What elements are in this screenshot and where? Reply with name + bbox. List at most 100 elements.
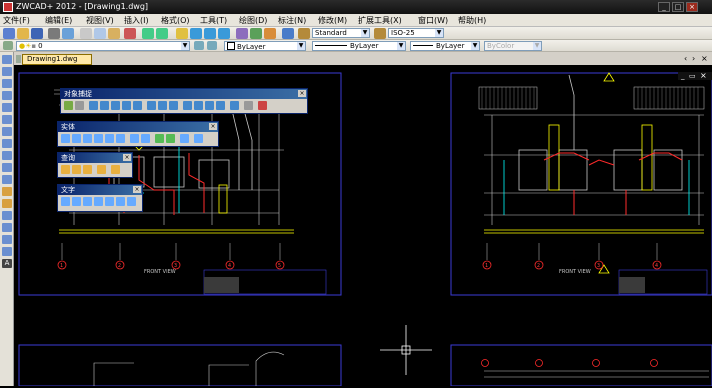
- circle-icon[interactable]: [2, 127, 12, 136]
- mass-properties-icon[interactable]: [83, 165, 92, 174]
- osnap-palette-title[interactable]: 对象捕捉: [61, 89, 307, 99]
- snap-none-icon[interactable]: [244, 101, 253, 110]
- design-center-icon[interactable]: [250, 28, 262, 39]
- ellipse-icon[interactable]: [2, 163, 12, 172]
- make-block-icon[interactable]: [2, 199, 12, 208]
- close-button[interactable]: ×: [686, 2, 698, 12]
- menu-view[interactable]: 视图(V): [86, 15, 114, 26]
- dim-style-select[interactable]: ISO-25 ▼: [388, 28, 444, 38]
- zoom-realtime-icon[interactable]: [190, 28, 202, 39]
- make-layer-current-icon[interactable]: [194, 41, 204, 50]
- match-properties-icon[interactable]: [124, 28, 136, 39]
- menu-edit[interactable]: 编辑(E): [45, 15, 72, 26]
- locate-point-icon[interactable]: [111, 165, 120, 174]
- ellipse-arc-icon[interactable]: [2, 175, 12, 184]
- app-icon[interactable]: [3, 2, 13, 12]
- polyline-icon[interactable]: [2, 79, 12, 88]
- scale-text-icon[interactable]: [116, 197, 125, 206]
- snap-midpoint-icon[interactable]: [100, 101, 109, 110]
- zoom-window-icon[interactable]: [204, 28, 216, 39]
- snap-endpoint-icon[interactable]: [89, 101, 98, 110]
- sphere-icon[interactable]: [72, 134, 81, 143]
- line-icon[interactable]: [2, 55, 12, 64]
- setup-drawing-icon[interactable]: [194, 134, 203, 143]
- drawing-canvas[interactable]: 1 2 3 4 5 FRONT VIEW 1 2 3 4 FRONT VIEW …: [14, 65, 712, 387]
- menu-modify[interactable]: 修改(M): [318, 15, 347, 26]
- text-style-select[interactable]: Standard ▼: [312, 28, 370, 38]
- tab-scroll-right-icon[interactable]: ›: [692, 54, 695, 63]
- tab-scroll-left-icon[interactable]: ‹: [684, 54, 687, 63]
- insert-block-icon[interactable]: [2, 187, 12, 196]
- text-style-icon[interactable]: [105, 197, 114, 206]
- viewport-close-button[interactable]: ×: [700, 71, 707, 80]
- menu-insert[interactable]: 插入(I): [124, 15, 149, 26]
- inquiry-palette-title[interactable]: 查询: [58, 153, 132, 163]
- layer-manager-icon[interactable]: [3, 41, 13, 50]
- snap-nearest-icon[interactable]: [230, 101, 239, 110]
- polygon-icon[interactable]: [2, 91, 12, 100]
- temp-track-icon[interactable]: [64, 101, 73, 110]
- tab-drawing1[interactable]: Drawing1.dwg: [22, 54, 92, 65]
- revision-cloud-icon[interactable]: [2, 139, 12, 148]
- dim-style-icon[interactable]: [374, 28, 386, 39]
- edit-text-icon[interactable]: [83, 197, 92, 206]
- snap-intersection-icon[interactable]: [111, 101, 120, 110]
- tab-menu-icon[interactable]: [16, 55, 21, 63]
- rectangle-icon[interactable]: [2, 103, 12, 112]
- snap-quadrant-icon[interactable]: [158, 101, 167, 110]
- text-palette-title[interactable]: 文字: [58, 185, 142, 195]
- arc-icon[interactable]: [2, 115, 12, 124]
- interfere-icon[interactable]: [180, 134, 189, 143]
- spline-icon[interactable]: [2, 151, 12, 160]
- print-icon[interactable]: [48, 28, 60, 39]
- snap-tangent-icon[interactable]: [169, 101, 178, 110]
- distance-icon[interactable]: [61, 165, 70, 174]
- from-icon[interactable]: [75, 101, 84, 110]
- cone-icon[interactable]: [94, 134, 103, 143]
- copy-icon[interactable]: [94, 28, 106, 39]
- snap-center-icon[interactable]: [147, 101, 156, 110]
- menu-tools[interactable]: 工具(T): [200, 15, 227, 26]
- linetype-select[interactable]: ByLayer ▼: [312, 41, 406, 51]
- menu-format[interactable]: 格式(O): [161, 15, 190, 26]
- layer-previous-icon[interactable]: [207, 41, 217, 50]
- menu-extension-tools[interactable]: 扩展工具(X): [358, 15, 402, 26]
- region-icon[interactable]: [2, 235, 12, 244]
- list-icon[interactable]: [97, 165, 106, 174]
- snap-parallel-icon[interactable]: [194, 101, 203, 110]
- lineweight-select[interactable]: ByLayer ▼: [410, 41, 480, 51]
- section-icon[interactable]: [166, 134, 175, 143]
- snap-extension-icon[interactable]: [133, 101, 142, 110]
- tab-close-icon[interactable]: ×: [701, 54, 708, 63]
- text-style-icon[interactable]: [298, 28, 310, 39]
- properties-icon[interactable]: [236, 28, 248, 39]
- open-icon[interactable]: [17, 28, 29, 39]
- close-icon[interactable]: ×: [133, 186, 141, 193]
- layer-select[interactable]: ●☀▪ 0 ▼: [16, 41, 190, 51]
- menu-window[interactable]: 窗口(W): [418, 15, 448, 26]
- maximize-button[interactable]: □: [672, 2, 684, 12]
- wedge-icon[interactable]: [105, 134, 114, 143]
- construction-line-icon[interactable]: [2, 67, 12, 76]
- cut-icon[interactable]: [80, 28, 92, 39]
- box-icon[interactable]: [61, 134, 70, 143]
- snap-insert-icon[interactable]: [205, 101, 214, 110]
- osnap-settings-icon[interactable]: [258, 101, 267, 110]
- table-icon[interactable]: [2, 247, 12, 256]
- pan-icon[interactable]: [176, 28, 188, 39]
- viewport-minimize-button[interactable]: _: [681, 72, 685, 80]
- multiline-text-icon[interactable]: A: [2, 259, 12, 268]
- solids-palette-title[interactable]: 实体: [58, 122, 218, 132]
- extrude-icon[interactable]: [130, 134, 139, 143]
- plot-style-select[interactable]: ByColor ▼: [484, 41, 542, 51]
- redo-icon[interactable]: [156, 28, 168, 39]
- color-select[interactable]: ByLayer ▼: [224, 41, 306, 51]
- save-icon[interactable]: [31, 28, 43, 39]
- close-icon[interactable]: ×: [209, 123, 217, 130]
- menu-help[interactable]: 帮助(H): [458, 15, 486, 26]
- viewport-restore-button[interactable]: ▭: [689, 72, 696, 80]
- find-replace-icon[interactable]: [94, 197, 103, 206]
- justify-text-icon[interactable]: [127, 197, 136, 206]
- undo-icon[interactable]: [142, 28, 154, 39]
- single-line-text-icon[interactable]: [72, 197, 81, 206]
